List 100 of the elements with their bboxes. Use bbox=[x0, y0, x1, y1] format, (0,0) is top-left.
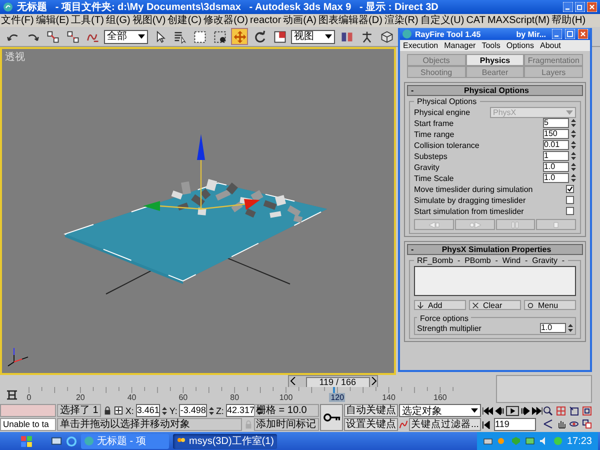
app-logo-icon bbox=[402, 29, 412, 39]
number-field[interactable]: 1.0 bbox=[543, 162, 569, 172]
coordinate-label: Z: bbox=[216, 406, 224, 416]
menu-item[interactable]: Manager bbox=[444, 41, 476, 50]
field-of-view-icon[interactable] bbox=[542, 419, 552, 430]
go-to-start-icon[interactable] bbox=[482, 406, 493, 414]
menu-item[interactable]: 组(G) bbox=[106, 14, 130, 26]
menu-item[interactable]: Tools bbox=[482, 41, 500, 50]
coordinate-field[interactable]: -3.498 bbox=[179, 404, 207, 417]
absolute-mode-icon[interactable] bbox=[114, 406, 124, 415]
selection-count: 选择了 1 bbox=[57, 404, 102, 417]
frame-number: 100 bbox=[278, 393, 294, 402]
frame-number: 0 bbox=[26, 393, 32, 402]
keyboard-icon[interactable] bbox=[482, 436, 493, 446]
zoom-icon[interactable] bbox=[542, 406, 552, 416]
list-button[interactable]: Menu bbox=[524, 300, 576, 310]
field-label: Substeps bbox=[414, 152, 448, 160]
dropdown[interactable]: 全部 bbox=[104, 30, 148, 44]
menu-item[interactable]: Execution bbox=[403, 41, 438, 50]
next-frame-icon[interactable] bbox=[520, 406, 531, 414]
spinner-icon[interactable] bbox=[571, 118, 576, 128]
caret-icon bbox=[138, 34, 145, 39]
menu-item[interactable]: 渲染(R) bbox=[384, 14, 418, 26]
coordinate-field[interactable]: 3.461 bbox=[136, 404, 160, 417]
menu-item[interactable]: 编辑(E) bbox=[36, 14, 70, 26]
number-field[interactable]: 1.0 bbox=[540, 323, 566, 333]
number-field[interactable]: 5 bbox=[543, 118, 569, 128]
hand-icon[interactable] bbox=[556, 419, 566, 430]
frame-field[interactable]: 119 bbox=[494, 418, 536, 431]
network-icon[interactable] bbox=[524, 436, 535, 446]
spinner-icon[interactable] bbox=[568, 323, 573, 333]
taskbar-button[interactable]: 无标题 - 项 bbox=[81, 434, 169, 448]
field-label: Time Scale bbox=[414, 174, 455, 182]
number-field[interactable]: 1.0 bbox=[543, 173, 569, 183]
menu-item[interactable]: 自定义(U) bbox=[420, 14, 464, 26]
rayfire-title-bar[interactable]: RayFire Tool 1.45 by Mir... bbox=[400, 28, 590, 40]
coordinate-field[interactable]: 42.317 bbox=[226, 404, 256, 417]
number-field[interactable]: 1 bbox=[543, 151, 569, 161]
listener-output[interactable]: Unable to ta bbox=[0, 418, 56, 431]
number-field[interactable]: 0.01 bbox=[543, 140, 569, 150]
key-filters-button[interactable]: 关键点过滤器... bbox=[409, 418, 481, 431]
close-icon[interactable] bbox=[578, 29, 588, 39]
zoom-extents-icon[interactable] bbox=[568, 406, 578, 416]
time-slider-thumb[interactable]: 119 / 166 bbox=[306, 376, 370, 388]
spinner-icon[interactable] bbox=[571, 173, 576, 183]
play-icon[interactable] bbox=[506, 406, 519, 416]
close-icon[interactable] bbox=[587, 2, 597, 12]
restore-icon[interactable] bbox=[575, 2, 585, 12]
tab[interactable]: Physics bbox=[466, 54, 524, 66]
timeline-config-icon[interactable] bbox=[6, 389, 18, 401]
menu-item[interactable]: 视图(V) bbox=[132, 14, 166, 26]
checkbox[interactable] bbox=[566, 185, 574, 193]
menu-item[interactable]: 帮助(H) bbox=[552, 14, 586, 26]
list-button[interactable]: Clear bbox=[469, 300, 521, 310]
set-key-button[interactable]: 设置关键点 bbox=[344, 418, 398, 431]
menu-item[interactable]: 创建(C) bbox=[168, 14, 202, 26]
menu-item[interactable]: Options bbox=[506, 41, 534, 50]
menu-item[interactable]: 图表编辑器(D) bbox=[318, 14, 382, 26]
menu-item[interactable]: 修改器(O) bbox=[204, 14, 248, 26]
listener-field[interactable] bbox=[0, 404, 56, 417]
circle-icon bbox=[527, 302, 534, 308]
desktop-icon[interactable] bbox=[51, 436, 62, 446]
time-slider[interactable]: 119 / 166 bbox=[288, 374, 378, 388]
list-button[interactable]: Add bbox=[414, 300, 466, 310]
previous-frame-icon[interactable] bbox=[494, 406, 505, 414]
rollout-header[interactable]: - PhysX Simulation Properties bbox=[407, 244, 583, 255]
auto-key-button[interactable]: 自动关键点 bbox=[344, 404, 398, 417]
key-mode-icon[interactable] bbox=[482, 420, 493, 428]
menu-item[interactable]: 文件(F) bbox=[1, 14, 34, 26]
zoom-extents-all-icon[interactable] bbox=[582, 406, 592, 416]
lock-icon[interactable] bbox=[103, 406, 112, 415]
windows-logo-icon[interactable] bbox=[20, 434, 33, 448]
menu-item[interactable]: CAT bbox=[466, 14, 486, 26]
menu-item[interactable]: reactor bbox=[250, 14, 282, 26]
number-field[interactable]: 150 bbox=[543, 129, 569, 139]
minimize-icon[interactable] bbox=[563, 2, 573, 12]
menu-item[interactable]: About bbox=[540, 41, 561, 50]
menu-item[interactable]: 动画(A) bbox=[283, 14, 317, 26]
checkbox-label: Move timeslider during simulation bbox=[414, 184, 534, 194]
spinner-icon[interactable] bbox=[571, 140, 576, 150]
browser-icon[interactable] bbox=[66, 436, 77, 446]
spinner-icon[interactable] bbox=[571, 151, 576, 161]
maximize-icon[interactable] bbox=[565, 29, 575, 39]
key-curve-icon[interactable] bbox=[399, 420, 408, 429]
key-mode-dropdown[interactable]: 选定对象 bbox=[399, 404, 481, 417]
rollout-header[interactable]: - Physical Options bbox=[407, 85, 583, 96]
checkbox[interactable] bbox=[566, 207, 574, 215]
checkbox[interactable] bbox=[566, 196, 574, 204]
dropdown[interactable]: 视图 bbox=[291, 30, 335, 44]
add-time-tag[interactable]: 添加时间标记 bbox=[254, 418, 319, 431]
go-to-end-icon[interactable] bbox=[532, 406, 543, 414]
minimize-icon[interactable] bbox=[552, 29, 562, 39]
taskbar-button[interactable]: msys(3D)工作室(1) bbox=[173, 434, 277, 448]
maximize-viewport-icon[interactable] bbox=[582, 419, 592, 430]
set-key-button[interactable] bbox=[320, 404, 343, 431]
force-list[interactable] bbox=[414, 266, 576, 296]
menu-item[interactable]: 工具(T) bbox=[71, 14, 104, 26]
spinner-icon[interactable] bbox=[571, 129, 576, 139]
spinner-icon[interactable] bbox=[571, 162, 576, 172]
menu-item[interactable]: MAXScript(M) bbox=[487, 14, 550, 26]
